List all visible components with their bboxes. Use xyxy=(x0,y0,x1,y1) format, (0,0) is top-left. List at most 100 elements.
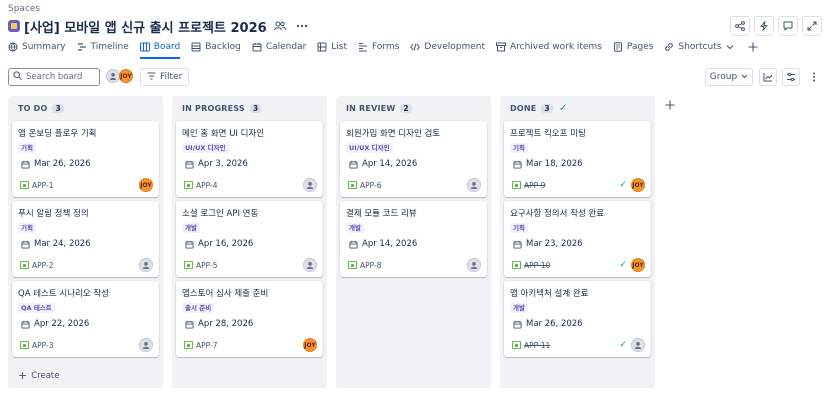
card-key[interactable]: APP-3 xyxy=(32,341,54,350)
card-key[interactable]: APP-4 xyxy=(196,181,218,190)
card-key[interactable]: APP-8 xyxy=(360,261,382,270)
avatar-unassigned[interactable] xyxy=(106,69,120,83)
avatar-unassigned[interactable] xyxy=(303,258,317,272)
card[interactable]: 앱스토어 심사 제출 준비 출시 준비 Apr 28, 2026 APP-7 J… xyxy=(176,281,323,357)
tab-summary[interactable]: Summary xyxy=(8,38,66,56)
card-due-date[interactable]: Mar 23, 2026 xyxy=(510,237,583,251)
tab-development[interactable]: Development xyxy=(410,38,485,56)
card[interactable]: 푸시 알림 정책 정의 기획 Mar 24, 2026 APP-2 xyxy=(12,201,159,277)
story-icon xyxy=(20,341,29,349)
tab-forms[interactable]: Forms xyxy=(358,38,399,56)
team-icon[interactable] xyxy=(271,17,289,35)
timeline-icon xyxy=(77,42,87,52)
card-due-date[interactable]: Apr 14, 2026 xyxy=(346,237,417,251)
card-due-date[interactable]: Apr 28, 2026 xyxy=(182,317,253,331)
search-input[interactable] xyxy=(26,72,96,82)
feedback-icon[interactable] xyxy=(778,16,798,36)
tab-pages[interactable]: Pages xyxy=(613,38,653,56)
card[interactable]: 회원가입 화면 디자인 검토 UI/UX 디자인 Apr 14, 2026 AP… xyxy=(340,121,487,197)
assignee-filter[interactable]: JOY xyxy=(106,69,133,83)
tab-archived-work-items[interactable]: Archived work items xyxy=(496,38,602,56)
breadcrumb[interactable]: Spaces xyxy=(8,4,40,14)
card-key[interactable]: APP-10 xyxy=(524,261,550,270)
card[interactable]: QA 테스트 시나리오 작성 QA 테스트 Apr 22, 2026 APP-3 xyxy=(12,281,159,357)
avatar-joy[interactable]: JOY xyxy=(139,178,153,192)
search-board[interactable] xyxy=(8,68,100,86)
card-due-date[interactable]: Apr 3, 2026 xyxy=(182,157,248,171)
card-label[interactable]: 개발 xyxy=(510,303,528,313)
avatar-unassigned[interactable] xyxy=(303,178,317,192)
card-due-date[interactable]: Mar 18, 2026 xyxy=(510,157,583,171)
column-header[interactable]: IN PROGRESS 3 xyxy=(176,96,323,121)
avatar-unassigned[interactable] xyxy=(139,258,153,272)
avatar-joy[interactable]: JOY xyxy=(303,338,317,352)
tab-label: Summary xyxy=(22,42,66,52)
card-key[interactable]: APP-5 xyxy=(196,261,218,270)
card-label[interactable]: UI/UX 디자인 xyxy=(182,143,229,153)
lightning-icon[interactable] xyxy=(754,16,774,36)
card-due-date[interactable]: Mar 26, 2026 xyxy=(18,157,91,171)
card-label[interactable]: 개발 xyxy=(182,223,200,233)
globe-icon xyxy=(8,42,18,52)
card[interactable]: 메인 홈 화면 UI 디자인 UI/UX 디자인 Apr 3, 2026 APP… xyxy=(176,121,323,197)
card-label[interactable]: 출시 준비 xyxy=(182,303,215,313)
card-due-date[interactable]: Mar 26, 2026 xyxy=(510,317,583,331)
tab-backlog[interactable]: Backlog xyxy=(191,38,241,56)
avatar-joy[interactable]: JOY xyxy=(631,258,645,272)
calendar-icon xyxy=(20,319,30,329)
expand-icon[interactable] xyxy=(802,16,822,36)
tab-shortcuts[interactable]: Shortcuts xyxy=(664,38,735,56)
column-header[interactable]: TO DO 3 xyxy=(12,96,159,121)
view-settings-icon[interactable] xyxy=(782,68,800,86)
add-tab-icon[interactable] xyxy=(746,40,760,54)
column-header[interactable]: IN REVIEW 2 xyxy=(340,96,487,121)
card-key[interactable]: APP-1 xyxy=(32,181,54,190)
insights-icon[interactable] xyxy=(759,68,777,86)
create-button[interactable]: + Create xyxy=(18,369,59,382)
share-icon[interactable] xyxy=(730,16,750,36)
card-due-date[interactable]: Apr 16, 2026 xyxy=(182,237,253,251)
more-icon[interactable] xyxy=(293,17,311,35)
card-label[interactable]: QA 테스트 xyxy=(18,303,55,313)
avatar-unassigned[interactable] xyxy=(631,338,645,352)
card[interactable]: 프로젝트 킥오프 미팅 기획 Mar 18, 2026 APP-9 ✓ JOY xyxy=(504,121,651,197)
card-key[interactable]: APP-11 xyxy=(524,341,550,350)
card[interactable]: 소셜 로그인 API 연동 개발 Apr 16, 2026 APP-5 xyxy=(176,201,323,277)
tab-calendar[interactable]: Calendar xyxy=(252,38,306,56)
group-button[interactable]: Group xyxy=(705,68,753,86)
board: TO DO 3 앱 온보딩 플로우 기획 기획 Mar 26, 2026 APP… xyxy=(8,96,655,388)
card-key[interactable]: APP-9 xyxy=(524,181,546,190)
filter-button[interactable]: Filter xyxy=(140,68,190,86)
card[interactable]: 앱 온보딩 플로우 기획 기획 Mar 26, 2026 APP-1 JOY xyxy=(12,121,159,197)
card-label[interactable]: 기획 xyxy=(510,143,528,153)
code-icon xyxy=(410,42,421,52)
tab-timeline[interactable]: Timeline xyxy=(77,38,129,56)
card-label[interactable]: 개발 xyxy=(346,223,364,233)
card-label[interactable]: 기획 xyxy=(18,143,36,153)
story-icon xyxy=(512,261,521,269)
card-title: 회원가입 화면 디자인 검토 xyxy=(346,129,441,139)
avatar-unassigned[interactable] xyxy=(467,258,481,272)
avatar-joy[interactable]: JOY xyxy=(119,69,133,83)
more-icon[interactable] xyxy=(805,68,823,86)
card-due-date[interactable]: Apr 22, 2026 xyxy=(18,317,89,331)
card[interactable]: 앱 아키텍처 설계 완료 개발 Mar 26, 2026 APP-11 ✓ xyxy=(504,281,651,357)
add-column-icon[interactable] xyxy=(661,96,679,114)
column-header[interactable]: DONE 3 ✓ xyxy=(504,96,651,121)
card[interactable]: 결제 모듈 코드 리뷰 개발 Apr 14, 2026 APP-8 xyxy=(340,201,487,277)
tab-list[interactable]: List xyxy=(317,38,347,56)
card-label[interactable]: 기획 xyxy=(510,223,528,233)
card-label[interactable]: UI/UX 디자인 xyxy=(346,143,393,153)
card-key[interactable]: APP-6 xyxy=(360,181,382,190)
card-label[interactable]: 기획 xyxy=(18,223,36,233)
avatar-unassigned[interactable] xyxy=(467,178,481,192)
card-key[interactable]: APP-2 xyxy=(32,261,54,270)
avatar-unassigned[interactable] xyxy=(139,338,153,352)
tab-board[interactable]: Board xyxy=(139,38,181,59)
avatar-joy[interactable]: JOY xyxy=(631,178,645,192)
group-label: Group xyxy=(709,72,738,82)
card[interactable]: 요구사항 정의서 작성 완료 기획 Mar 23, 2026 APP-10 ✓ J… xyxy=(504,201,651,277)
card-due-date[interactable]: Mar 24, 2026 xyxy=(18,237,91,251)
card-due-date[interactable]: Apr 14, 2026 xyxy=(346,157,417,171)
card-key[interactable]: APP-7 xyxy=(196,341,218,350)
